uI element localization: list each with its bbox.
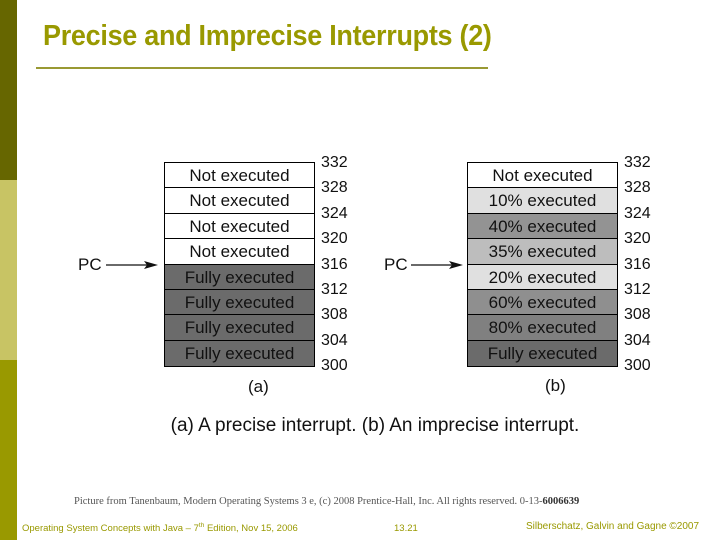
instruction-cell: 80% executed <box>468 315 617 341</box>
address-label: 304 <box>321 331 348 349</box>
instruction-stack-a: Not executed Not executed Not executed Not … <box>164 162 315 367</box>
footer-left-prefix: Operating System Concepts with Java – 7 <box>22 523 199 535</box>
instruction-cell: Fully executed <box>165 289 314 316</box>
address-label: 328 <box>321 179 348 197</box>
instruction-cell: Fully executed <box>165 264 314 290</box>
instruction-cell: Not executed <box>468 163 617 189</box>
pc-label-b: PC <box>384 255 408 274</box>
slide-title: Precise and Imprecise Interrupts (2) <box>43 20 492 52</box>
sidebar-band-dark <box>0 0 17 180</box>
address-label: 300 <box>321 357 348 375</box>
instruction-cell: Fully executed <box>468 340 617 367</box>
address-label: 320 <box>321 230 348 248</box>
footer-book-title: Operating System Concepts with Java – 7t… <box>22 522 298 534</box>
instruction-cell: Fully executed <box>165 340 314 367</box>
address-label: 316 <box>321 255 348 273</box>
address-label: 332 <box>321 154 348 171</box>
instruction-cell: 10% executed <box>468 188 617 214</box>
figure-caption: (a) A precise interrupt. (b) An imprecis… <box>170 415 580 436</box>
credit-text: Picture from Tanenbaum, Modern Operating… <box>74 496 543 507</box>
address-label: 324 <box>321 204 348 222</box>
credit-isbn: 6006639 <box>542 496 580 507</box>
address-label: 312 <box>321 281 348 298</box>
instruction-cell: Fully executed <box>165 315 314 341</box>
instruction-cell: 20% executed <box>468 264 617 290</box>
instruction-stack-b: Not executed 10% executed 40% executed 35% … <box>467 162 618 367</box>
footer-left-suffix: Edition, Nov 15, 2006 <box>204 523 298 535</box>
address-label: 304 <box>624 331 651 349</box>
pc-arrow-a-icon <box>106 261 158 269</box>
instruction-cell: Not executed <box>165 239 314 265</box>
pc-arrow-b-icon <box>411 261 463 269</box>
address-label: 316 <box>624 255 651 273</box>
footer-authors: Silberschatz, Galvin and Gagne ©2007 <box>526 521 700 532</box>
picture-credit: Picture from Tanenbaum, Modern Operating… <box>74 496 579 507</box>
diagram-b-label: (b) <box>545 376 566 395</box>
address-label: 312 <box>624 281 651 298</box>
address-label: 324 <box>624 204 651 222</box>
instruction-cell: Not executed <box>165 188 314 214</box>
instruction-cell: 40% executed <box>468 213 617 240</box>
pc-label-a: PC <box>78 255 102 274</box>
address-label: 308 <box>624 306 651 324</box>
title-underline <box>36 67 488 69</box>
address-label: 320 <box>624 230 651 248</box>
sidebar-band-light <box>0 180 17 360</box>
address-label: 332 <box>624 154 651 171</box>
footer-page-number: 13.21 <box>394 523 418 534</box>
instruction-cell: Not executed <box>165 213 314 240</box>
address-label: 300 <box>624 357 651 375</box>
diagram-a-label: (a) <box>248 377 269 396</box>
address-label: 308 <box>321 306 348 324</box>
sidebar-band-mid <box>0 360 17 540</box>
instruction-cell: 35% executed <box>468 239 617 265</box>
instruction-cell: 60% executed <box>468 289 617 316</box>
instruction-cell: Not executed <box>165 163 314 189</box>
address-label: 328 <box>624 179 651 197</box>
